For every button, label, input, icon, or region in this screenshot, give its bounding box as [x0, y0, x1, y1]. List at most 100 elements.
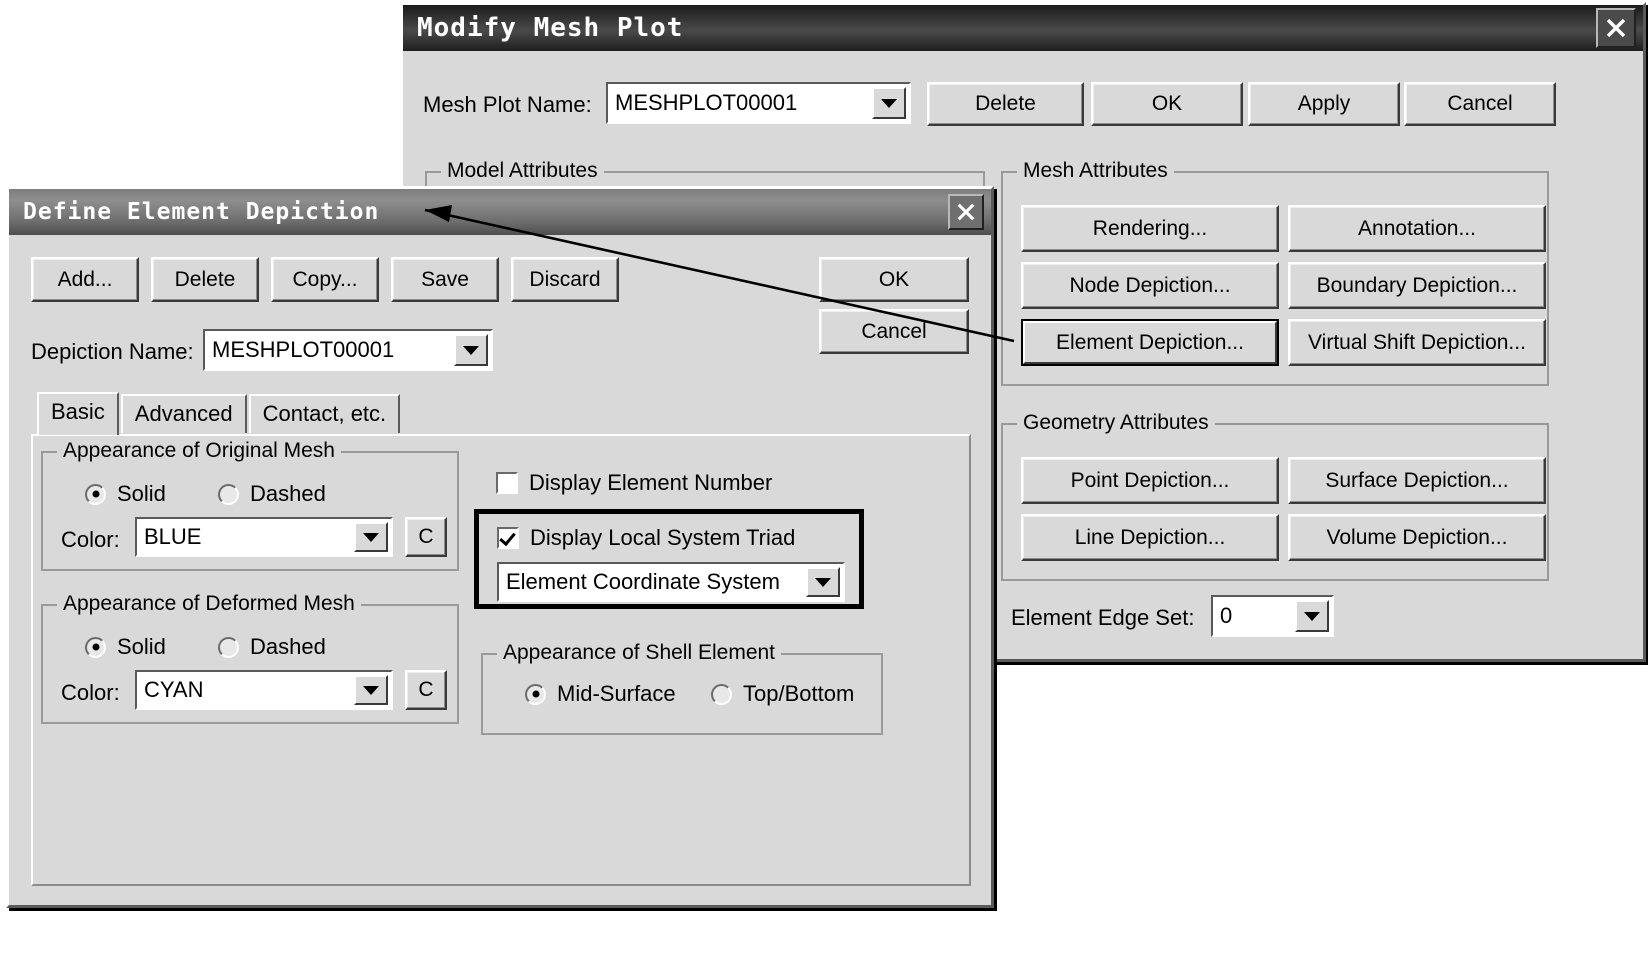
shell-element-group: Appearance of Shell Element Mid-Surface … [481, 641, 883, 735]
save-button[interactable]: Save [391, 257, 499, 302]
annotation-button[interactable]: Annotation... [1288, 205, 1546, 252]
rendering-button[interactable]: Rendering... [1021, 205, 1279, 252]
display-local-system-triad-checkbox[interactable]: Display Local System Triad [497, 525, 795, 551]
coordinate-system-value: Element Coordinate System [506, 569, 780, 594]
chevron-down-icon[interactable] [354, 522, 388, 552]
triangle-glyph [363, 685, 379, 695]
coordinate-system-combobox[interactable]: Element Coordinate System [497, 562, 845, 602]
checkbox-unchecked-icon [496, 472, 518, 494]
display-local-system-triad-highlight: Display Local System Triad Element Coord… [474, 509, 864, 609]
shell-element-group-label: Appearance of Shell Element [497, 641, 782, 665]
ok-button[interactable]: OK [819, 257, 969, 302]
volume-depiction-button[interactable]: Volume Depiction... [1288, 514, 1546, 561]
tab-contact-etc[interactable]: Contact, etc. [248, 394, 401, 433]
original-mesh-color-value: BLUE [144, 524, 202, 549]
modify-mesh-plot-titlebar[interactable]: Modify Mesh Plot [403, 5, 1643, 51]
tabstrip: Basic Advanced Contact, etc. [37, 392, 402, 435]
radio-empty-icon [711, 683, 732, 705]
deformed-mesh-group: Appearance of Deformed Mesh Solid Dashed… [41, 592, 459, 724]
mesh-plot-name-label: Mesh Plot Name: [423, 92, 592, 117]
shell-element-top-bottom-label: Top/Bottom [743, 681, 855, 706]
shell-element-mid-surface-radio[interactable]: Mid-Surface [525, 681, 676, 707]
element-edge-set-label: Element Edge Set: [1011, 605, 1195, 630]
original-mesh-group: Appearance of Original Mesh Solid Dashed… [41, 439, 459, 571]
original-mesh-group-label: Appearance of Original Mesh [57, 439, 341, 463]
display-element-number-label: Display Element Number [529, 470, 773, 495]
original-mesh-solid-label: Solid [117, 481, 166, 506]
depiction-name-label: Depiction Name: [31, 339, 194, 364]
surface-depiction-button[interactable]: Surface Depiction... [1288, 457, 1546, 504]
deformed-mesh-dashed-label: Dashed [250, 634, 326, 659]
virtual-shift-depiction-button[interactable]: Virtual Shift Depiction... [1288, 319, 1546, 366]
close-x-glyph [1606, 18, 1626, 38]
shell-element-top-bottom-radio[interactable]: Top/Bottom [711, 681, 854, 707]
define-element-depiction-title: Define Element Depiction [23, 199, 380, 225]
radio-filled-icon [525, 683, 546, 705]
add-button[interactable]: Add... [31, 257, 139, 302]
point-depiction-button[interactable]: Point Depiction... [1021, 457, 1279, 504]
define-element-depiction-window: Define Element Depiction Add... Delete C… [6, 186, 994, 908]
line-depiction-button[interactable]: Line Depiction... [1021, 514, 1279, 561]
mesh-attributes-label: Mesh Attributes [1017, 159, 1174, 183]
shell-element-mid-surface-label: Mid-Surface [557, 681, 676, 706]
original-mesh-dashed-label: Dashed [250, 481, 326, 506]
element-edge-set-combobox[interactable]: 0 [1211, 595, 1334, 637]
original-mesh-color-label: Color: [61, 527, 120, 552]
radio-empty-icon [218, 483, 239, 505]
define-element-depiction-titlebar[interactable]: Define Element Depiction [9, 189, 991, 235]
original-mesh-color-combobox[interactable]: BLUE [135, 517, 393, 557]
chevron-down-icon[interactable] [872, 87, 906, 119]
display-element-number-checkbox[interactable]: Display Element Number [496, 470, 772, 496]
copy-button[interactable]: Copy... [271, 257, 379, 302]
chevron-down-icon[interactable] [806, 567, 840, 597]
chevron-down-icon[interactable] [354, 675, 388, 705]
original-mesh-solid-radio[interactable]: Solid [85, 481, 166, 507]
cancel-button[interactable]: Cancel [1404, 82, 1556, 126]
close-x-glyph [957, 203, 975, 221]
triangle-glyph [881, 98, 897, 108]
deformed-mesh-solid-label: Solid [117, 634, 166, 659]
radio-empty-icon [218, 636, 239, 658]
radio-filled-icon [85, 636, 106, 658]
original-mesh-color-picker-button[interactable]: C [405, 517, 447, 557]
close-icon[interactable] [948, 194, 984, 230]
mesh-attributes-group: Mesh Attributes Rendering... Annotation.… [1001, 159, 1549, 386]
deformed-mesh-color-picker-button[interactable]: C [405, 670, 447, 710]
triangle-glyph [815, 577, 831, 587]
checkbox-checked-icon [497, 527, 519, 549]
geometry-attributes-group: Geometry Attributes Point Depiction... S… [1001, 411, 1549, 581]
ok-button[interactable]: OK [1091, 82, 1243, 126]
element-depiction-button-label: Element Depiction... [1023, 321, 1277, 364]
depiction-name-combobox[interactable]: MESHPLOT00001 [203, 329, 493, 371]
geometry-attributes-label: Geometry Attributes [1017, 411, 1215, 435]
node-depiction-button[interactable]: Node Depiction... [1021, 262, 1279, 309]
deformed-mesh-color-label: Color: [61, 680, 120, 705]
display-local-system-triad-label: Display Local System Triad [530, 525, 796, 550]
element-depiction-button[interactable]: Element Depiction... [1021, 319, 1279, 366]
triangle-glyph [363, 532, 379, 542]
tab-basic[interactable]: Basic [37, 392, 119, 435]
deformed-mesh-group-label: Appearance of Deformed Mesh [57, 592, 361, 616]
discard-button[interactable]: Discard [511, 257, 619, 302]
close-icon[interactable] [1596, 8, 1636, 48]
mesh-plot-name-value: MESHPLOT00001 [615, 90, 798, 115]
boundary-depiction-button[interactable]: Boundary Depiction... [1288, 262, 1546, 309]
deformed-mesh-solid-radio[interactable]: Solid [85, 634, 166, 660]
chevron-down-icon[interactable] [454, 334, 488, 366]
deformed-mesh-dashed-radio[interactable]: Dashed [218, 634, 326, 660]
modify-mesh-plot-title: Modify Mesh Plot [417, 13, 684, 43]
triangle-glyph [463, 345, 479, 355]
depiction-name-value: MESHPLOT00001 [212, 337, 395, 362]
tab-advanced[interactable]: Advanced [120, 394, 247, 433]
mesh-plot-name-combobox[interactable]: MESHPLOT00001 [606, 82, 911, 124]
element-edge-set-value: 0 [1220, 603, 1233, 628]
delete-button[interactable]: Delete [151, 257, 259, 302]
apply-button[interactable]: Apply [1248, 82, 1400, 126]
chevron-down-icon[interactable] [1295, 600, 1329, 632]
deformed-mesh-color-value: CYAN [144, 677, 204, 702]
deformed-mesh-color-combobox[interactable]: CYAN [135, 670, 393, 710]
triangle-glyph [1304, 611, 1320, 621]
delete-button[interactable]: Delete [927, 82, 1084, 126]
original-mesh-dashed-radio[interactable]: Dashed [218, 481, 326, 507]
cancel-button[interactable]: Cancel [819, 309, 969, 354]
